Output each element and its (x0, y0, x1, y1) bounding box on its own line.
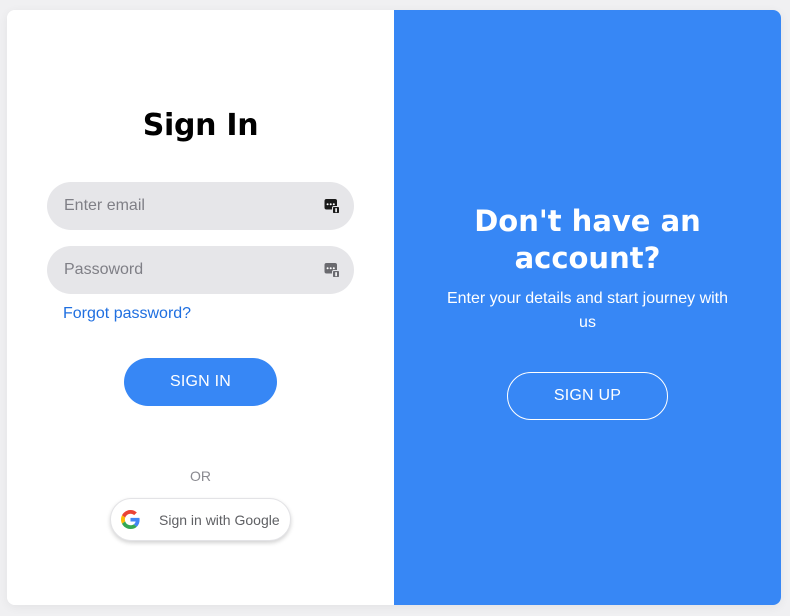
or-divider: OR (190, 468, 211, 484)
sign-in-button[interactable]: SIGN IN (124, 358, 277, 406)
google-sign-in-label: Sign in with Google (159, 511, 280, 528)
email-field[interactable] (47, 182, 354, 230)
sign-up-subtitle: Enter your details and start journey wit… (446, 290, 729, 331)
password-field[interactable] (47, 246, 354, 294)
email-input[interactable] (47, 182, 354, 230)
sign-in-title: Sign In (142, 108, 259, 143)
forgot-password-link[interactable]: Forgot password? (63, 305, 191, 323)
google-sign-in-button[interactable]: Sign in with Google (110, 498, 291, 541)
sign-up-panel: Don't have an account? Enter your detail… (394, 10, 781, 605)
password-manager-key-icon[interactable] (324, 262, 340, 278)
sign-up-heading: Don't have an account? (394, 203, 781, 277)
auth-card: Sign In Forgot password (7, 10, 781, 605)
sign-up-button[interactable]: SIGN UP (507, 372, 668, 420)
sign-up-heading-line: Don't have an (474, 204, 701, 238)
sign-in-panel: Sign In Forgot password (7, 10, 394, 605)
google-g-icon (121, 510, 140, 529)
password-input[interactable] (47, 246, 354, 294)
password-manager-key-icon[interactable] (324, 198, 340, 214)
sign-up-heading-line: account? (514, 241, 661, 275)
